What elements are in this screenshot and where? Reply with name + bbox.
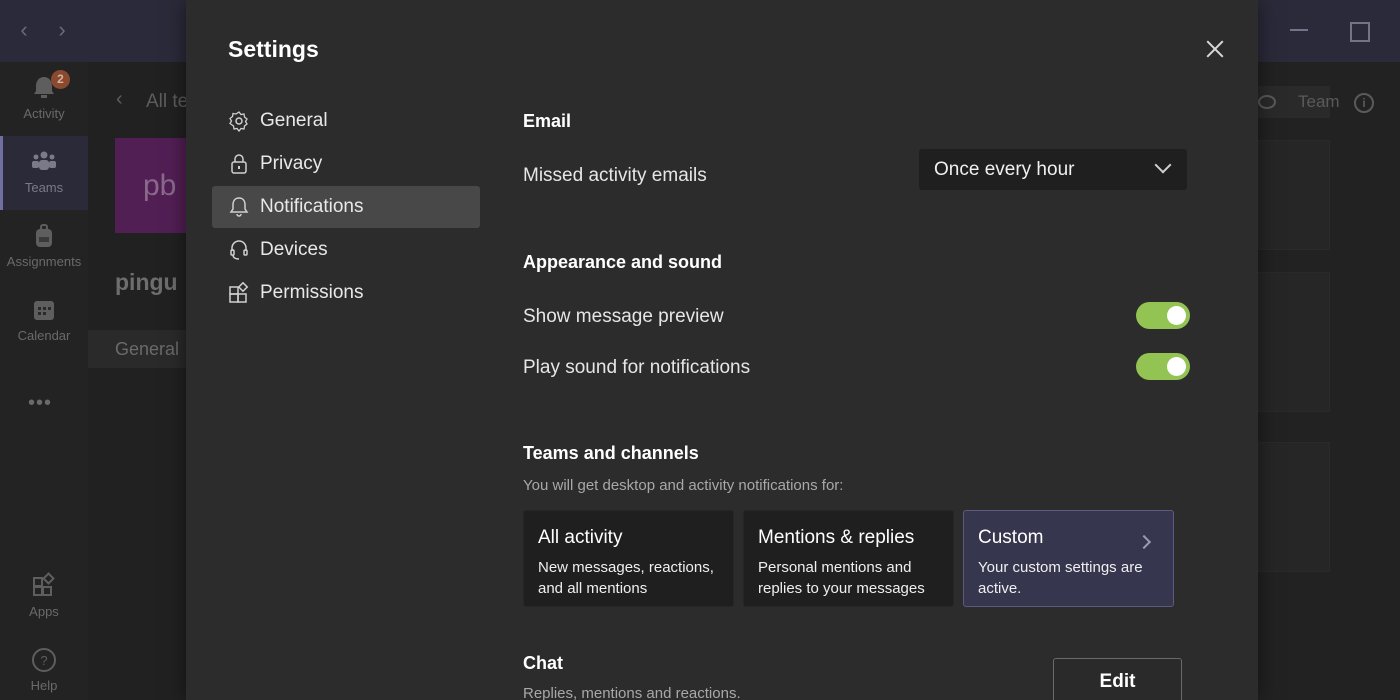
play-sound-label: Play sound for notifications (523, 357, 751, 378)
play-sound-toggle[interactable] (1136, 353, 1190, 380)
chat-heading: Chat (523, 653, 563, 673)
app-rail: 2 Activity Teams Assignments Calendar ••… (0, 62, 88, 700)
rail-label: Calendar (17, 328, 71, 343)
nav-item-privacy[interactable]: Privacy (212, 143, 480, 185)
missed-activity-dropdown[interactable]: Once every hour (919, 149, 1187, 190)
option-card-mentions-replies[interactable]: Mentions & replies Personal mentions and… (743, 510, 954, 607)
channel-general[interactable]: General (88, 330, 188, 368)
background-panel (1258, 272, 1330, 412)
option-card-all-activity[interactable]: All activity New messages, reactions, an… (523, 510, 734, 607)
chat-edit-button[interactable]: Edit (1053, 658, 1182, 700)
lock-icon (231, 154, 247, 174)
appearance-heading: Appearance and sound (523, 252, 723, 272)
rail-label: Assignments (6, 254, 82, 269)
more-apps-icon[interactable]: ••• (28, 392, 52, 415)
dialog-title: Settings (228, 36, 319, 62)
rail-label: Activity (23, 106, 65, 121)
right-area: Team i (1258, 62, 1400, 700)
gear-icon (229, 111, 248, 132)
rail-item-activity[interactable]: 2 Activity (0, 62, 88, 136)
nav-item-permissions[interactable]: Permissions (212, 272, 480, 314)
card-title: Mentions & replies (758, 527, 915, 548)
dropdown-value: Once every hour (934, 159, 1075, 180)
minimize-icon[interactable] (1285, 16, 1313, 44)
close-icon[interactable] (1204, 38, 1226, 60)
bell-icon (229, 197, 249, 217)
card-title: Custom (978, 527, 1044, 548)
card-description: New messages, reactions, and all mention… (538, 559, 714, 597)
teams-app: ‹ › 2 Activity Teams Assignments Calenda… (0, 0, 1400, 700)
settings-dialog: Settings General Privacy Notifications D… (186, 0, 1258, 700)
nav-label: Devices (260, 239, 328, 260)
rail-item-assignments[interactable]: Assignments (0, 210, 88, 284)
card-description: Personal mentions and replies to your me… (758, 559, 925, 597)
nav-item-general[interactable]: General (212, 100, 480, 142)
team-name: pingu (115, 269, 178, 295)
info-icon[interactable]: i (1354, 93, 1374, 113)
nav-label: Permissions (260, 282, 364, 303)
permissions-icon (229, 282, 249, 303)
back-arrow-icon[interactable]: ‹ (14, 18, 34, 42)
rail-label: Help (30, 678, 58, 693)
rail-item-calendar[interactable]: Calendar (0, 284, 88, 358)
rail-label: Teams (24, 180, 64, 195)
nav-item-devices[interactable]: Devices (212, 229, 480, 271)
rail-item-apps[interactable]: Apps (0, 560, 88, 634)
nav-item-notifications[interactable]: Notifications (212, 186, 480, 228)
eye-icon (1258, 95, 1276, 109)
option-card-custom[interactable]: Custom Your custom settings are active. (963, 510, 1174, 607)
rail-item-teams[interactable]: Teams (0, 136, 88, 210)
card-title: All activity (538, 527, 623, 548)
chat-subtext: Replies, mentions and reactions. (523, 685, 741, 700)
show-preview-label: Show message preview (523, 306, 724, 327)
teams-icon (32, 151, 56, 170)
background-panel (1258, 140, 1330, 250)
team-avatar: pb (115, 138, 188, 233)
all-teams-link[interactable]: All te (146, 91, 188, 113)
card-description: Your custom settings are active. (978, 559, 1143, 597)
back-icon[interactable]: ‹ (116, 88, 123, 111)
notifications-content: Email Missed activity emails Once every … (523, 0, 1203, 700)
nav-label: General (260, 110, 328, 131)
teams-channels-heading: Teams and channels (523, 443, 699, 463)
toggle-knob (1167, 306, 1186, 325)
activity-badge: 2 (51, 70, 70, 89)
team-pane: ‹ All te pb pingu General (88, 62, 188, 700)
rail-item-help[interactable]: ? Help (0, 634, 88, 700)
help-icon: ? (32, 648, 56, 672)
headset-icon (230, 240, 248, 260)
background-panel (1258, 442, 1330, 572)
calendar-icon (34, 301, 54, 320)
missed-activity-label: Missed activity emails (523, 165, 707, 186)
svg-text:?: ? (40, 653, 47, 668)
backpack-icon (36, 224, 52, 247)
email-heading: Email (523, 111, 572, 131)
forward-arrow-icon[interactable]: › (52, 18, 72, 42)
chevron-down-icon (1154, 156, 1172, 174)
toggle-knob (1167, 357, 1186, 376)
maximize-icon[interactable] (1344, 16, 1372, 44)
apps-icon (33, 572, 55, 596)
nav-label: Privacy (260, 153, 323, 174)
show-preview-toggle[interactable] (1136, 302, 1190, 329)
nav-label: Notifications (260, 196, 364, 217)
settings-nav: General Privacy Notifications Devices Pe… (212, 100, 480, 315)
rail-label: Apps (29, 604, 59, 619)
teams-channels-subtext: You will get desktop and activity notifi… (523, 477, 844, 494)
